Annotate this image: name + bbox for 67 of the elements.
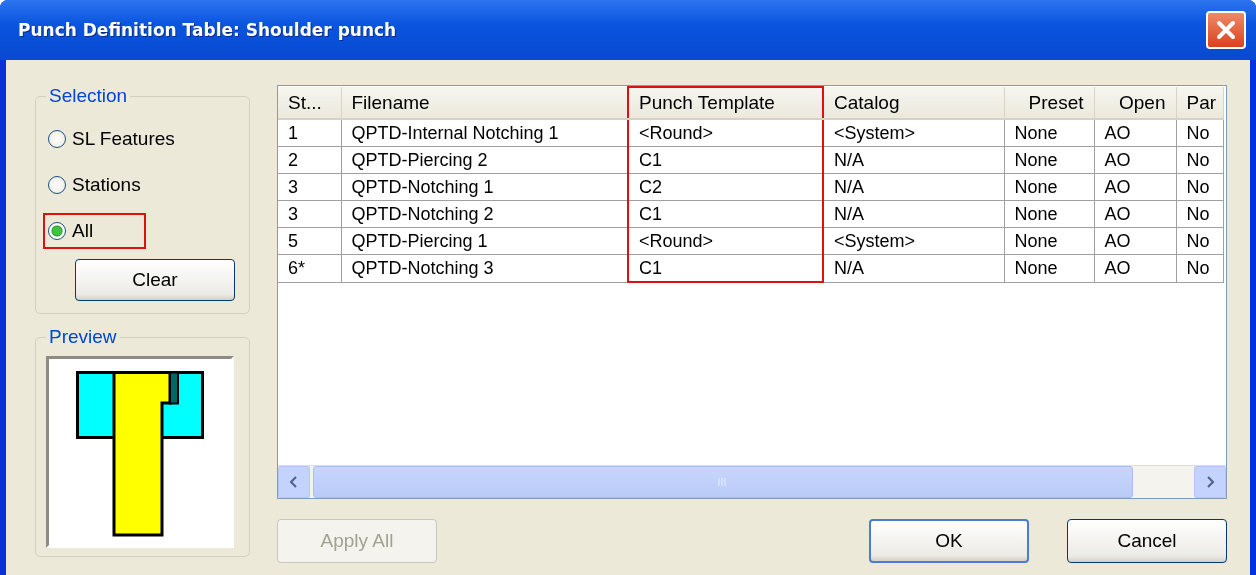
radio-option[interactable]: All bbox=[43, 213, 146, 249]
table-cell: <System> bbox=[823, 119, 1004, 147]
column-header[interactable]: Preset bbox=[1004, 87, 1094, 119]
table-cell: C2 bbox=[628, 173, 823, 201]
window-title: Punch Definition Table: Shoulder punch bbox=[18, 20, 397, 40]
table-cell: 3 bbox=[278, 173, 341, 201]
cancel-button[interactable]: Cancel bbox=[1067, 519, 1227, 563]
table-cell: AO bbox=[1094, 173, 1176, 201]
column-header[interactable]: Catalog bbox=[823, 87, 1004, 119]
column-header[interactable]: Open bbox=[1094, 87, 1176, 119]
table-cell: C1 bbox=[628, 146, 823, 174]
scroll-thumb[interactable] bbox=[313, 466, 1133, 498]
table-cell: No bbox=[1176, 227, 1223, 255]
table-cell: AO bbox=[1094, 200, 1176, 228]
table-cell: No bbox=[1176, 200, 1223, 228]
table-cell: AO bbox=[1094, 146, 1176, 174]
table-cell: 6* bbox=[278, 254, 341, 282]
grip-icon bbox=[718, 477, 728, 487]
table-cell: None bbox=[1004, 119, 1094, 147]
table-cell: QPTD-Internal Notching 1 bbox=[341, 119, 628, 147]
ok-button[interactable]: OK bbox=[869, 519, 1029, 563]
table-cell: None bbox=[1004, 146, 1094, 174]
column-header[interactable]: St... bbox=[278, 87, 341, 119]
table-cell: AO bbox=[1094, 254, 1176, 282]
table-cell: QPTD-Notching 2 bbox=[341, 200, 628, 228]
radio-option[interactable]: Stations bbox=[43, 167, 235, 203]
table-cell: QPTD-Notching 3 bbox=[341, 254, 628, 282]
table-cell: <Round> bbox=[628, 227, 823, 255]
table-cell: AO bbox=[1094, 227, 1176, 255]
horizontal-scrollbar[interactable] bbox=[278, 465, 1226, 498]
table-cell: No bbox=[1176, 173, 1223, 201]
table-cell: 3 bbox=[278, 200, 341, 228]
scroll-left-button[interactable] bbox=[278, 466, 310, 498]
table-cell: <System> bbox=[823, 227, 1004, 255]
group-title: Preview bbox=[48, 326, 118, 348]
table-cell: N/A bbox=[823, 200, 1004, 228]
table-cell: AO bbox=[1094, 119, 1176, 147]
table-cell: 5 bbox=[278, 227, 341, 255]
table-cell: None bbox=[1004, 227, 1094, 255]
table-cell: <Round> bbox=[628, 119, 823, 147]
table-cell: C1 bbox=[628, 200, 823, 228]
radio-option[interactable]: SL Features bbox=[43, 121, 235, 157]
column-header[interactable]: Par bbox=[1176, 87, 1223, 119]
clear-button[interactable]: Clear bbox=[75, 259, 235, 301]
table-cell: N/A bbox=[823, 254, 1004, 282]
table-cell: None bbox=[1004, 200, 1094, 228]
table-cell: N/A bbox=[823, 173, 1004, 201]
table-cell: None bbox=[1004, 254, 1094, 282]
table-cell: No bbox=[1176, 119, 1223, 147]
table-cell: QPTD-Piercing 2 bbox=[341, 146, 628, 174]
table-cell: 1 bbox=[278, 119, 341, 147]
table-cell: No bbox=[1176, 254, 1223, 282]
group-title: Selection bbox=[48, 85, 129, 107]
chevron-left-icon bbox=[289, 476, 299, 488]
table-cell: 2 bbox=[278, 146, 341, 174]
close-button[interactable] bbox=[1206, 11, 1246, 49]
table-cell: None bbox=[1004, 173, 1094, 201]
close-icon bbox=[1215, 19, 1237, 41]
column-header[interactable]: Filename bbox=[341, 87, 628, 119]
table-cell: No bbox=[1176, 146, 1223, 174]
table-cell: C1 bbox=[628, 254, 823, 282]
table-cell: N/A bbox=[823, 146, 1004, 174]
chevron-right-icon bbox=[1205, 476, 1215, 488]
column-header[interactable]: Punch Template bbox=[628, 87, 823, 119]
table-cell: QPTD-Piercing 1 bbox=[341, 227, 628, 255]
table-cell: QPTD-Notching 1 bbox=[341, 173, 628, 201]
scroll-right-button[interactable] bbox=[1194, 466, 1226, 498]
